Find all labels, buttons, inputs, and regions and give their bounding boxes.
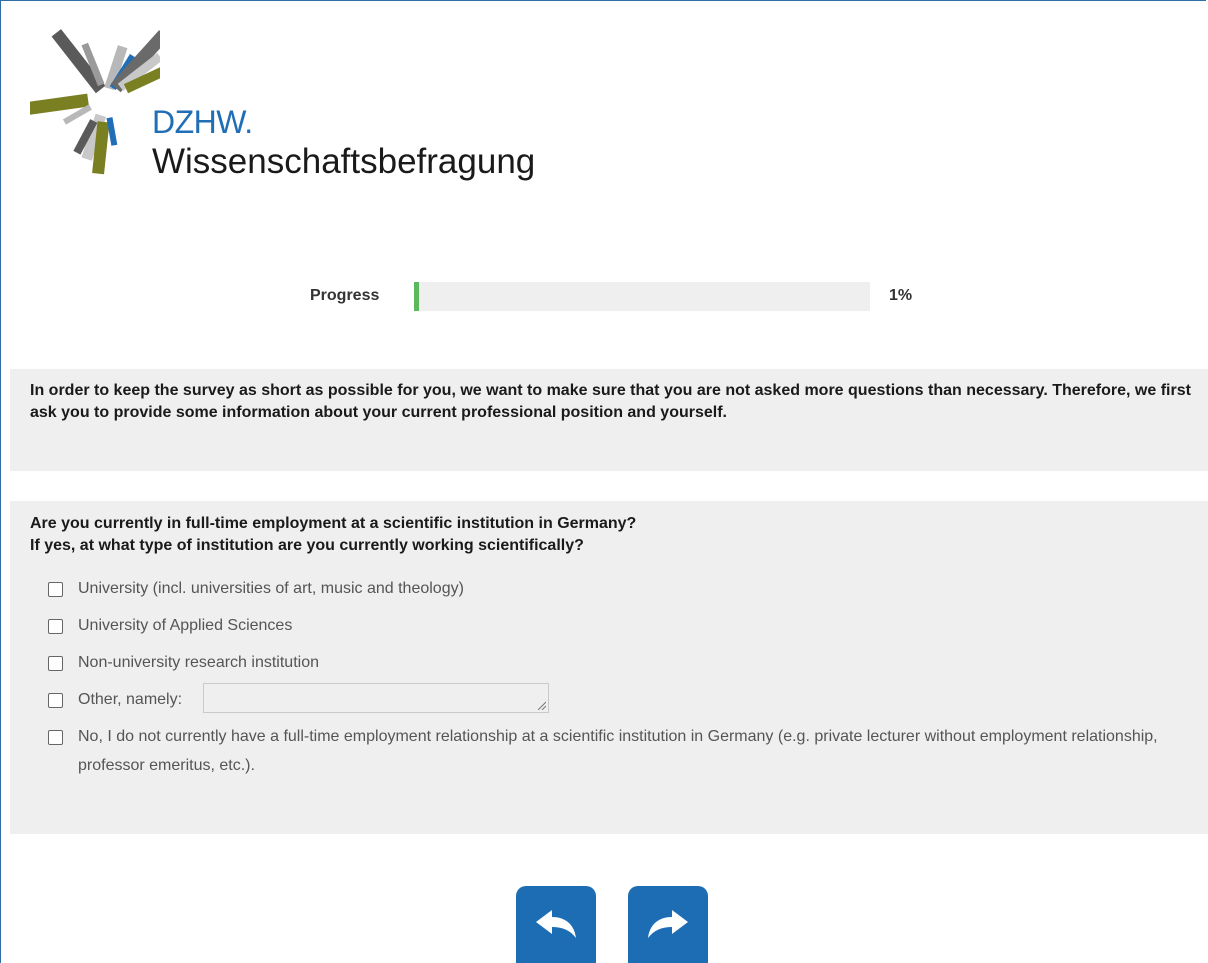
- option-applied-sciences[interactable]: University of Applied Sciences: [30, 611, 1208, 640]
- question-line-2: If yes, at what type of institution are …: [30, 537, 584, 554]
- progress-bar: [414, 282, 870, 311]
- question-line-1: Are you currently in full-time employmen…: [30, 515, 637, 532]
- option-none[interactable]: No, I do not currently have a full-time …: [30, 722, 1208, 780]
- next-button[interactable]: [628, 886, 708, 963]
- question-text: Are you currently in full-time employmen…: [30, 513, 1208, 557]
- back-arrow-icon: [536, 910, 576, 938]
- back-button[interactable]: [516, 886, 596, 963]
- resize-grip-icon[interactable]: [536, 700, 546, 711]
- org-name: DZHW.: [152, 104, 253, 140]
- other-text-field[interactable]: [202, 683, 549, 714]
- checkbox[interactable]: [48, 730, 63, 745]
- option-university[interactable]: University (incl. universities of art, m…: [30, 574, 1208, 603]
- forward-arrow-icon: [648, 910, 688, 938]
- option-label: University (incl. universities of art, m…: [78, 580, 464, 597]
- answer-options: University (incl. universities of art, m…: [30, 574, 1208, 780]
- checkbox[interactable]: [48, 693, 63, 708]
- checkbox[interactable]: [48, 656, 63, 671]
- question-block: Are you currently in full-time employmen…: [10, 501, 1208, 834]
- checkbox[interactable]: [48, 582, 63, 597]
- option-label: No, I do not currently have a full-time …: [78, 728, 1158, 774]
- checkbox[interactable]: [48, 619, 63, 634]
- option-non-university[interactable]: Non-university research institution: [30, 648, 1208, 677]
- option-label: University of Applied Sciences: [78, 617, 293, 634]
- option-label: Non-university research institution: [78, 654, 319, 671]
- intro-box: In order to keep the survey as short as …: [10, 369, 1208, 471]
- survey-name: Wissenschaftsbefragung: [152, 142, 536, 181]
- progress-percent: 1%: [889, 287, 913, 304]
- progress-section: Progress 1%: [0, 282, 1208, 312]
- progress-label: Progress: [310, 287, 380, 304]
- option-label: Other, namely:: [78, 691, 183, 708]
- progress-fill: [414, 282, 419, 311]
- logo: DZHW. Wissenschaftsbefragung: [30, 28, 590, 198]
- intro-text: In order to keep the survey as short as …: [30, 382, 1191, 421]
- option-other[interactable]: Other, namely:: [30, 683, 1208, 714]
- dzhw-logo-rays-icon: [30, 29, 160, 175]
